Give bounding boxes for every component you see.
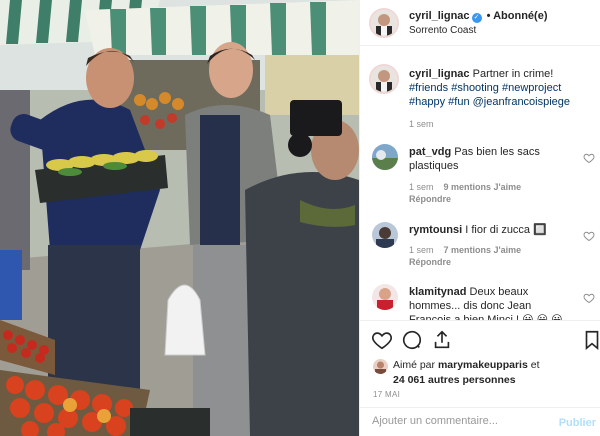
hashtag-link[interactable]: #friends xyxy=(409,82,448,94)
comment-username[interactable]: pat_vdg xyxy=(409,146,451,158)
post-comment-button[interactable]: Publier xyxy=(559,417,596,429)
post-header: cyril_lignac ✓ • Abonné(e) Sorrento Coast xyxy=(360,0,600,46)
hashtag-link[interactable]: #fun xyxy=(448,96,469,108)
likes-text: Aimé par marymakeupparis et 24 061 autre… xyxy=(393,358,593,388)
comment-meta: 1 sem 9 mentions J'aime Répondre xyxy=(409,181,584,205)
liked-by-count[interactable]: 24 061 autres personnes xyxy=(393,374,516,386)
post-actions: Aimé par marymakeupparis et 24 061 autre… xyxy=(360,320,600,436)
hashtag-link[interactable]: #happy xyxy=(409,96,445,108)
liked-by-middle: et xyxy=(530,359,540,371)
market-scene-image xyxy=(0,0,359,436)
liked-by-prefix: Aimé par xyxy=(393,359,436,371)
post-photo[interactable] xyxy=(0,0,359,436)
caption-body: Partner in crime! xyxy=(472,68,554,80)
caption-avatar[interactable] xyxy=(369,64,399,94)
author-line: cyril_lignac ✓ • Abonné(e) xyxy=(409,10,548,23)
like-comment-heart-icon[interactable] xyxy=(583,152,595,164)
caption-username[interactable]: cyril_lignac xyxy=(409,68,470,80)
comment-body: I fior di zucca 🔲 xyxy=(465,224,547,236)
comment-input[interactable] xyxy=(372,415,542,427)
heart-icon[interactable] xyxy=(371,329,393,351)
location-link[interactable]: Sorrento Coast xyxy=(409,25,476,36)
mention-link[interactable]: @jeanfrancoispiege xyxy=(473,96,570,108)
like-comment-heart-icon[interactable] xyxy=(583,292,595,304)
comment-time[interactable]: 1 sem xyxy=(409,245,434,255)
post-details-panel: cyril_lignac ✓ • Abonné(e) Sorrento Coast… xyxy=(359,0,600,436)
post-date[interactable]: 17 MAI xyxy=(373,390,400,399)
comment-meta: 1 sem 7 mentions J'aime Répondre xyxy=(409,244,584,268)
comment-time[interactable]: 1 sem xyxy=(409,182,434,192)
hashtag-link[interactable]: #newproject xyxy=(502,82,561,94)
verified-badge-icon: ✓ xyxy=(471,13,482,23)
like-comment-heart-icon[interactable] xyxy=(583,230,595,242)
comment-username[interactable]: klamitynad xyxy=(409,286,466,298)
share-icon[interactable] xyxy=(431,329,453,351)
comment-text: rymtounsi I fior di zucca 🔲 xyxy=(409,223,569,237)
liker-avatar[interactable] xyxy=(373,359,388,374)
caption-text: cyril_lignac Partner in crime! #friends … xyxy=(409,67,595,109)
liked-by-user[interactable]: marymakeupparis xyxy=(438,359,528,371)
comment-likes[interactable]: 9 mentions J'aime xyxy=(444,182,522,192)
commenter-avatar[interactable] xyxy=(372,222,398,248)
hashtag-link[interactable]: #shooting xyxy=(451,82,499,94)
reply-button[interactable]: Répondre xyxy=(409,257,451,267)
comment-likes[interactable]: 7 mentions J'aime xyxy=(444,245,522,255)
commenter-avatar[interactable] xyxy=(372,144,398,170)
reply-button[interactable]: Répondre xyxy=(409,194,451,204)
comment-icon[interactable] xyxy=(401,329,423,351)
commenter-avatar[interactable] xyxy=(372,284,398,310)
comment-composer: Publier xyxy=(360,407,600,436)
comment-username[interactable]: rymtounsi xyxy=(409,224,462,236)
bookmark-icon[interactable] xyxy=(581,329,600,351)
author-avatar[interactable] xyxy=(369,8,399,38)
follow-state-button[interactable]: • Abonné(e) xyxy=(487,10,548,22)
caption-time[interactable]: 1 sem xyxy=(409,119,434,129)
author-username[interactable]: cyril_lignac xyxy=(409,10,470,22)
comment-text: pat_vdg Pas bien les sacs plastiques xyxy=(409,145,569,173)
